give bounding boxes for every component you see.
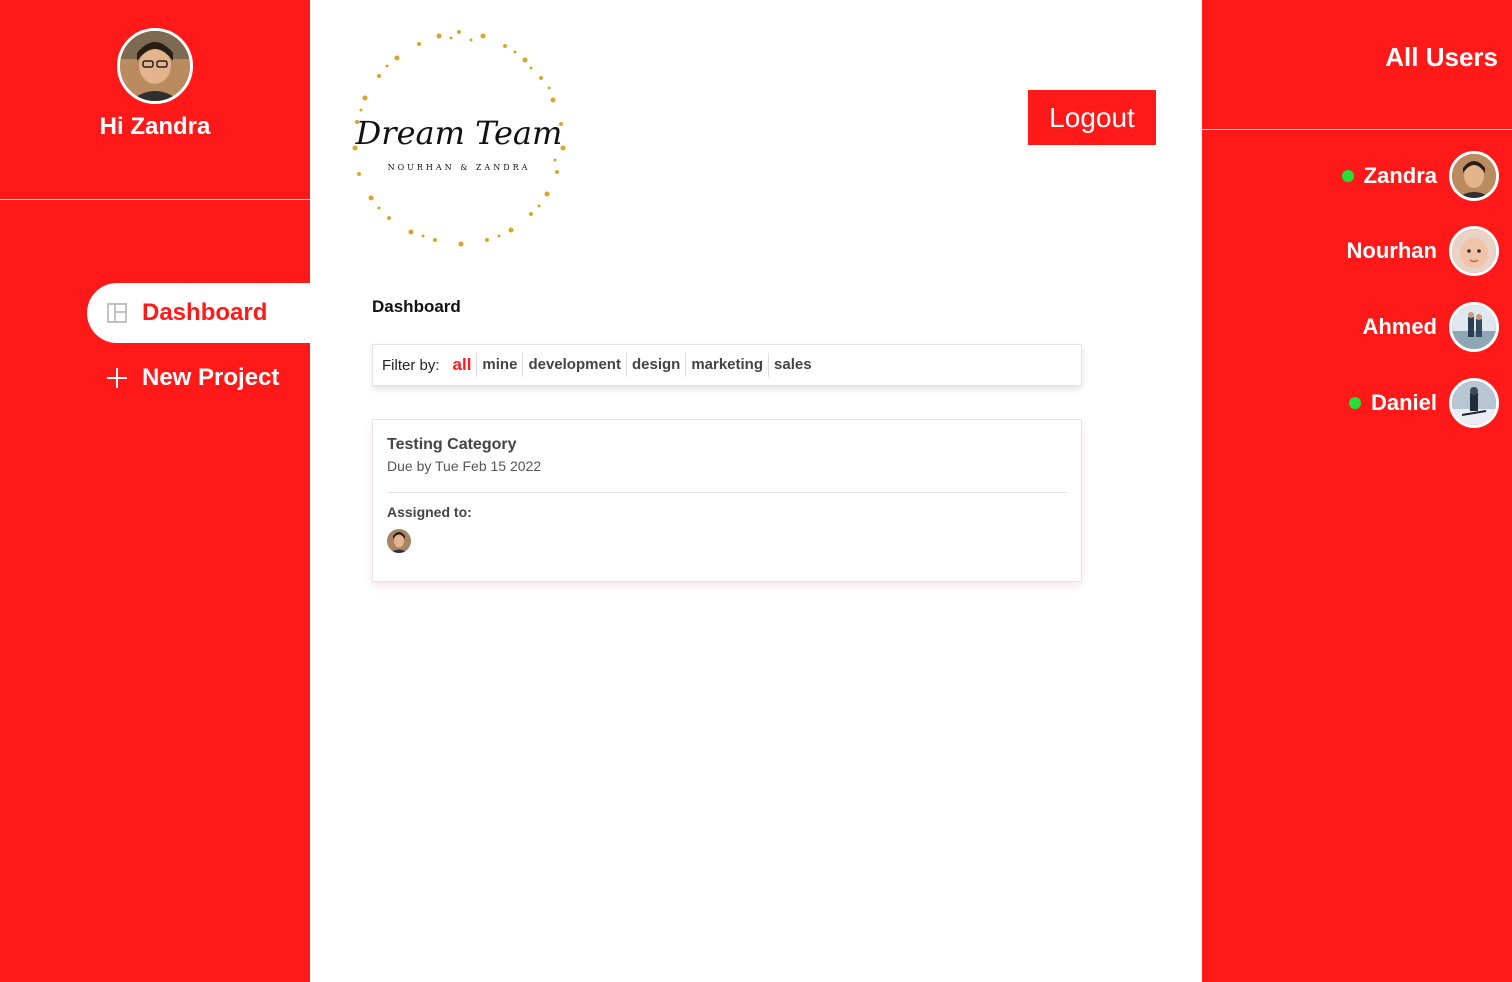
logo-script-text: Dream Team — [355, 114, 563, 152]
filter-label: Filter by: — [382, 356, 440, 374]
user-item-zandra[interactable]: Zandra — [1341, 150, 1499, 202]
online-status-dot — [1348, 397, 1361, 409]
user-item-daniel[interactable]: Daniel — [1348, 377, 1499, 429]
dream-team-logo: Dream Team NOURHAN & ZANDRA — [343, 22, 575, 254]
card-divider — [387, 492, 1067, 493]
user-avatar — [1449, 151, 1499, 201]
project-due-date: Due by Tue Feb 15 2022 — [387, 458, 542, 474]
user-name: Daniel — [1370, 390, 1437, 415]
filter-option-all[interactable]: all — [452, 353, 477, 377]
users-panel-title: All Users — [1385, 42, 1498, 72]
sidebar-item-label: Dashboard — [142, 299, 268, 326]
page-title: Dashboard — [372, 297, 461, 316]
filter-option-marketing[interactable]: marketing — [685, 353, 768, 377]
filter-option-design[interactable]: design — [625, 353, 685, 377]
online-status-dot — [1341, 170, 1354, 182]
user-avatar — [1449, 226, 1499, 276]
project-title: Testing Category — [387, 436, 517, 453]
main-content: Dream Team NOURHAN & ZANDRA Logout Dashb… — [310, 0, 1202, 982]
filter-bar: Filter by: all mine development design m… — [372, 344, 1082, 386]
filter-option-sales[interactable]: sales — [768, 353, 817, 377]
project-card[interactable]: Testing Category Due by Tue Feb 15 2022 … — [372, 419, 1082, 582]
current-user-avatar — [117, 28, 193, 104]
user-name: Zandra — [1363, 163, 1437, 188]
user-name: Nourhan — [1346, 238, 1437, 263]
user-avatar — [1449, 302, 1499, 352]
left-sidebar: Hi Zandra Dashboard New Project — [0, 0, 310, 982]
filter-option-development[interactable]: development — [522, 353, 626, 377]
users-panel: All Users Zandra Nourhan Ahmed Daniel — [1202, 0, 1512, 982]
assignee-avatar — [387, 529, 411, 553]
logout-button[interactable]: Logout — [1028, 90, 1156, 145]
sidebar-item-new-project[interactable]: New Project — [106, 362, 279, 394]
user-item-nourhan[interactable]: Nourhan — [1347, 225, 1499, 277]
logo-sub-text: NOURHAN & ZANDRA — [388, 163, 531, 172]
sidebar-item-dashboard[interactable]: Dashboard — [87, 283, 310, 343]
dashboard-icon — [106, 302, 128, 324]
filter-option-mine[interactable]: mine — [476, 353, 522, 377]
sidebar-item-label: New Project — [142, 364, 280, 391]
greeting-text: Hi Zandra — [99, 113, 211, 140]
user-name: Ahmed — [1362, 314, 1437, 339]
user-avatar — [1449, 378, 1499, 428]
plus-icon — [106, 367, 128, 389]
user-item-ahmed[interactable]: Ahmed — [1362, 301, 1499, 353]
assigned-label: Assigned to: — [387, 504, 472, 520]
